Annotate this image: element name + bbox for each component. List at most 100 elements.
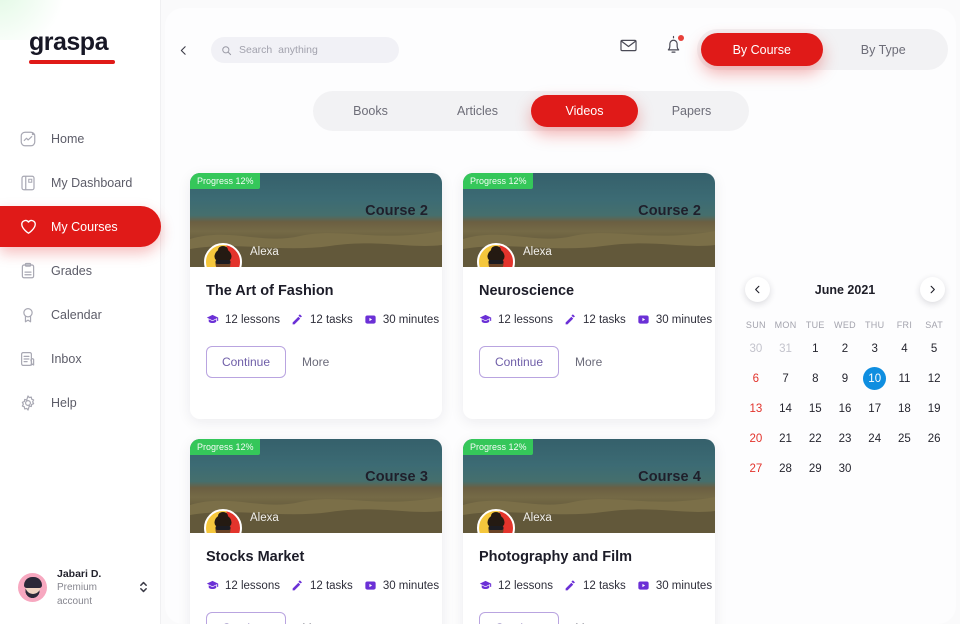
calendar-prev-button[interactable]	[745, 277, 770, 302]
calendar-day[interactable]: 25	[890, 428, 920, 449]
calendar-day[interactable]: 11	[890, 368, 920, 389]
search-input[interactable]	[239, 44, 389, 56]
course-number: Course 2	[365, 203, 428, 219]
sidebar-item-my-courses[interactable]: My Courses	[0, 206, 161, 247]
calendar-day[interactable]: 7	[771, 368, 801, 389]
continue-button[interactable]: Continue	[479, 346, 559, 379]
more-button[interactable]: More	[296, 346, 335, 378]
course-meta: 12 lessons 12 tasks 30 minutes	[206, 313, 439, 326]
calendar-day[interactable]: 19	[919, 398, 949, 419]
progress-label: Progress 12%	[197, 442, 254, 452]
card-actions: Continue More	[479, 612, 699, 624]
envelope-icon[interactable]	[619, 36, 638, 60]
meta-duration: 30 minutes	[364, 579, 439, 592]
calendar-day[interactable]: 24	[860, 428, 890, 449]
tab-articles[interactable]: Articles	[424, 95, 531, 127]
course-card[interactable]: Progress 12% Course 2 Alexa The Art of F…	[190, 173, 442, 419]
sidebar-item-my-dashboard[interactable]: My Dashboard	[0, 162, 161, 203]
card-actions: Continue More	[206, 612, 426, 624]
sidebar-item-calendar[interactable]: Calendar	[0, 294, 161, 335]
meta-text: 12 tasks	[309, 579, 353, 592]
continue-button[interactable]: Continue	[479, 612, 559, 624]
card-actions: Continue More	[479, 346, 699, 379]
calendar-day[interactable]: 16	[830, 398, 860, 419]
card-hero-image: Progress 12% Course 4 Alexa	[463, 439, 715, 533]
graduation-cap-icon	[206, 579, 219, 592]
app-root: graspa Home My Dashboard My Courses Grad…	[0, 0, 960, 624]
calendar-day[interactable]: 30	[830, 458, 860, 479]
toggle-by-course[interactable]: By Course	[701, 33, 823, 66]
continue-button[interactable]: Continue	[206, 612, 286, 624]
calendar-day[interactable]: 8	[800, 368, 830, 389]
course-title: Photography and Film	[479, 549, 633, 565]
course-meta: 12 lessons 12 tasks 30 minutes	[479, 579, 712, 592]
sidebar-item-label: My Courses	[51, 219, 118, 234]
course-card[interactable]: Progress 12% Course 2 Alexa Neuroscience	[463, 173, 715, 419]
calendar-header: June 2021	[741, 277, 949, 302]
profile-name: Jabari D.	[57, 567, 102, 580]
calendar-day[interactable]: 21	[771, 428, 801, 449]
meta-text: 12 tasks	[582, 313, 626, 326]
course-card[interactable]: Progress 12% Course 4 Alexa Photography …	[463, 439, 715, 624]
pencil-icon	[291, 579, 304, 592]
profile-text: Jabari D. Premium account	[57, 567, 128, 608]
calendar-day[interactable]: 12	[919, 368, 949, 389]
notifications-button[interactable]	[664, 35, 684, 61]
book-icon	[18, 173, 38, 193]
meta-lessons: 12 lessons	[479, 579, 553, 592]
course-number: Course 2	[638, 203, 701, 219]
meta-duration: 30 minutes	[637, 313, 712, 326]
calendar-day[interactable]: 9	[830, 368, 860, 389]
calendar-day[interactable]: 29	[800, 458, 830, 479]
clipboard-icon	[18, 261, 38, 281]
course-card[interactable]: Progress 12% Course 3 Alexa Stocks Marke…	[190, 439, 442, 624]
sidebar-item-home[interactable]: Home	[0, 118, 161, 159]
toggle-by-type[interactable]: By Type	[823, 33, 945, 66]
sidebar-item-inbox[interactable]: Inbox	[0, 338, 161, 379]
calendar-day[interactable]: 1	[800, 338, 830, 359]
card-hero-image: Progress 12% Course 2 Alexa	[463, 173, 715, 267]
calendar-day[interactable]: 14	[771, 398, 801, 419]
more-button[interactable]: More	[296, 612, 335, 624]
calendar-week: 13 14 15 16 17 18 19	[741, 398, 949, 419]
calendar-day[interactable]: 23	[830, 428, 860, 449]
sidebar-item-help[interactable]: Help	[0, 382, 161, 423]
calendar-day[interactable]: 28	[771, 458, 801, 479]
chart-square-icon	[18, 129, 38, 149]
calendar-day[interactable]: 27	[741, 458, 771, 479]
video-play-icon	[364, 313, 377, 326]
calendar-day[interactable]: 6	[741, 368, 771, 389]
continue-button[interactable]: Continue	[206, 346, 286, 379]
more-button[interactable]: More	[569, 612, 608, 624]
more-button[interactable]: More	[569, 346, 608, 378]
meta-lessons: 12 lessons	[479, 313, 553, 326]
calendar-day[interactable]: 31	[771, 338, 801, 359]
calendar-day[interactable]: 30	[741, 338, 771, 359]
gear-icon	[18, 393, 38, 413]
calendar-day[interactable]: 26	[919, 428, 949, 449]
chevron-updown-icon[interactable]	[138, 579, 149, 595]
calendar-day[interactable]: 22	[800, 428, 830, 449]
user-profile[interactable]: Jabari D. Premium account	[0, 567, 161, 608]
calendar-next-button[interactable]	[920, 277, 945, 302]
tab-books[interactable]: Books	[317, 95, 424, 127]
search-bar[interactable]	[211, 37, 399, 63]
calendar-day[interactable]: 17	[860, 398, 890, 419]
collapse-sidebar-button[interactable]	[173, 40, 193, 60]
search-icon	[221, 45, 232, 56]
tab-papers[interactable]: Papers	[638, 95, 745, 127]
weekday-label: SAT	[925, 320, 943, 330]
calendar-day[interactable]: 13	[741, 398, 771, 419]
calendar-day[interactable]: 20	[741, 428, 771, 449]
calendar-day-selected[interactable]: 10	[860, 367, 890, 390]
pencil-icon	[291, 313, 304, 326]
calendar-week: 6 7 8 9 10 11 12	[741, 367, 949, 390]
sidebar-item-grades[interactable]: Grades	[0, 250, 161, 291]
calendar-day[interactable]: 4	[890, 338, 920, 359]
calendar-day[interactable]: 15	[800, 398, 830, 419]
calendar-day[interactable]: 18	[890, 398, 920, 419]
calendar-day[interactable]: 3	[860, 338, 890, 359]
calendar-day[interactable]: 5	[919, 338, 949, 359]
calendar-day[interactable]: 2	[830, 338, 860, 359]
tab-videos[interactable]: Videos	[531, 95, 638, 127]
